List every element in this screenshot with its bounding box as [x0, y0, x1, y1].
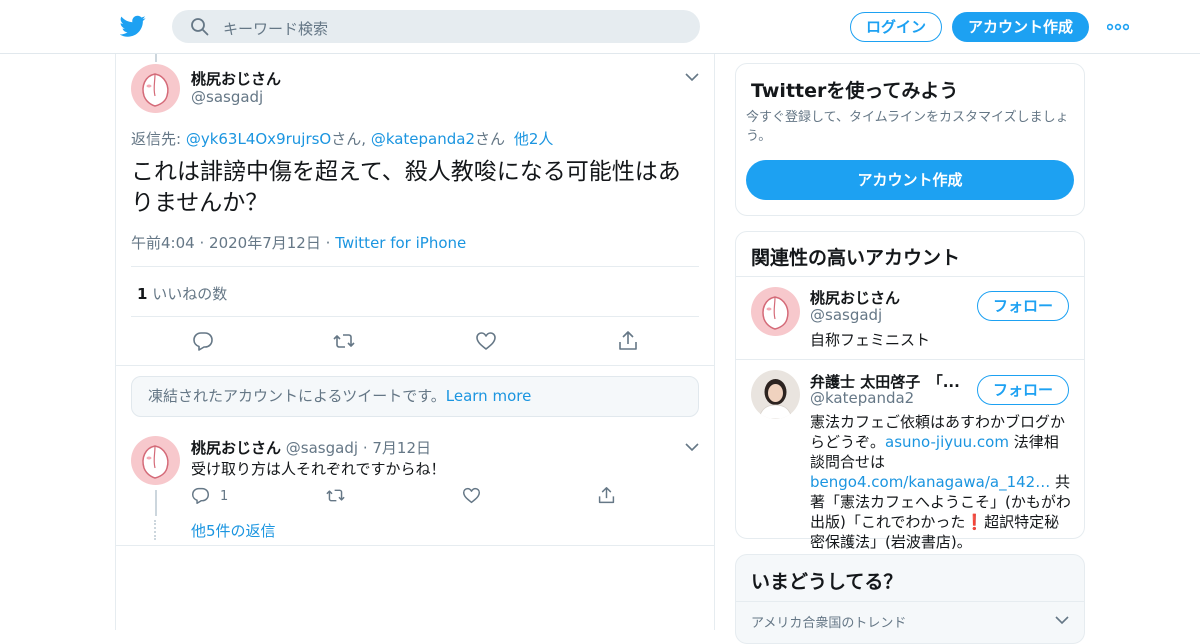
top-navigation-bar: キーワード検索 ログイン アカウント作成 [0, 0, 1200, 54]
tweet-author-handle[interactable]: @sasgadj [191, 88, 263, 106]
twitter-bird-icon[interactable] [120, 13, 146, 39]
separator-dot: · [199, 234, 205, 252]
honorific: さん [475, 130, 506, 148]
tweet-text: これは誹謗中傷を超えて、殺人教唆になる可能性はありませんか？ [131, 159, 681, 216]
tweet-time[interactable]: 午前4:04 [131, 234, 195, 252]
peach-avatar-icon [762, 296, 789, 330]
retweet-icon[interactable] [333, 330, 355, 352]
search-box[interactable]: キーワード検索 [172, 10, 700, 43]
trends-card: いまどうしてる？ アメリカ合衆国のトレンド [735, 554, 1085, 644]
reply-author-handle[interactable]: @sasgadj [286, 439, 358, 457]
thread-connector [155, 490, 157, 516]
reply-count: 1 [220, 489, 229, 504]
follow-button[interactable]: フォロー [977, 375, 1069, 405]
divider [736, 276, 1084, 277]
divider [116, 545, 714, 546]
peach-avatar-icon [142, 73, 169, 107]
signup-card: Twitterを使ってみよう 今すぐ登録して、タイムラインをカスタマイズしましょ… [735, 63, 1085, 216]
tweet-source-link[interactable]: Twitter for iPhone [335, 234, 466, 252]
reply-to-line: 返信先: @yk63L4Ox9rujrsOさん, @katepanda2さん 他… [131, 128, 553, 149]
separator-dot: · [325, 234, 331, 252]
signup-button[interactable]: アカウント作成 [952, 12, 1089, 42]
account-name[interactable]: 桃尻おじさん [810, 287, 900, 308]
thread-connector [155, 54, 157, 62]
peach-avatar-icon [142, 445, 169, 479]
signup-card-description: 今すぐ登録して、タイムラインをカスタマイズしましょう。 [746, 110, 1069, 144]
avatar[interactable] [751, 370, 800, 419]
separator-dot: · [362, 439, 368, 457]
suspended-account-notice: 凍結されたアカウントによるツイートです。Learn more [131, 376, 699, 417]
honorific: さん [331, 130, 362, 148]
reply-to-user-link[interactable]: @yk63L4Ox9rujrsO [186, 130, 331, 148]
bio-link[interactable]: bengo4.com/kanagawa/a_142… [810, 473, 1050, 491]
trends-title: いまどうしてる？ [751, 571, 903, 593]
reply-to-user-link[interactable]: @katepanda2 [371, 130, 475, 148]
avatar[interactable] [131, 436, 180, 485]
related-accounts-title: 関連性の高いアカウント [751, 247, 961, 269]
avatar[interactable] [751, 287, 800, 336]
reply-text: 受け取り方は人それぞれですからね！ [191, 460, 446, 478]
chevron-down-icon[interactable] [685, 72, 699, 82]
separator: , [361, 130, 371, 148]
share-icon[interactable] [597, 486, 616, 505]
account-handle[interactable]: @katepanda2 [810, 389, 914, 407]
signup-card-title: Twitterを使ってみよう [751, 80, 959, 102]
divider [131, 316, 699, 317]
reply-to-prefix: 返信先: [131, 130, 186, 148]
search-input[interactable]: キーワード検索 [223, 18, 328, 39]
reply-icon[interactable] [191, 486, 210, 505]
signup-card-button[interactable]: アカウント作成 [746, 160, 1074, 200]
more-dots-icon[interactable] [1107, 23, 1129, 31]
related-accounts-card: 関連性の高いアカウント 桃尻おじさん @sasgadj フォロー 自称フェミニス… [735, 231, 1085, 551]
trends-region[interactable]: アメリカ合衆国のトレンド [751, 612, 906, 631]
retweet-icon[interactable] [326, 486, 345, 505]
divider [736, 359, 1084, 360]
divider [736, 601, 1084, 602]
like-count: 1 [137, 285, 148, 303]
account-bio: 自称フェミニスト [810, 331, 931, 349]
person-photo-icon [758, 379, 793, 419]
share-icon[interactable] [617, 330, 639, 352]
exclamation-emoji-icon: ❗ [965, 513, 985, 531]
learn-more-link[interactable]: Learn more [446, 387, 532, 405]
search-icon [191, 18, 209, 36]
more-replies-link[interactable]: 他5件の返信 [191, 520, 276, 541]
divider [131, 266, 699, 267]
account-handle[interactable]: @sasgadj [810, 306, 882, 324]
bio-link[interactable]: asuno-jiyuu.com [885, 433, 1009, 451]
notice-text: 凍結されたアカウントによるツイートです。 [148, 387, 446, 405]
tweet-author-name[interactable]: 桃尻おじさん [191, 68, 281, 89]
reply-header: 桃尻おじさん @sasgadj · 7月12日 [191, 437, 431, 458]
like-icon[interactable] [475, 330, 497, 352]
reply-to-others-link[interactable]: 他2人 [514, 130, 554, 148]
chevron-down-icon[interactable] [1055, 615, 1069, 625]
chevron-down-icon[interactable] [685, 442, 699, 452]
avatar[interactable] [131, 64, 180, 113]
like-label: いいねの数 [152, 285, 228, 303]
reply-date[interactable]: 7月12日 [372, 439, 431, 457]
login-button[interactable]: ログイン [850, 12, 942, 42]
divider [116, 365, 714, 366]
likes-stat[interactable]: 1 いいねの数 [137, 283, 227, 304]
tweet-date[interactable]: 2020年7月12日 [209, 234, 321, 252]
account-bio: 憲法カフェご依頼はあすわかブログからどうぞ。asuno-jiyuu.com 法律… [810, 412, 1072, 552]
like-icon[interactable] [462, 486, 481, 505]
tweet-metadata: 午前4:04 · 2020年7月12日 · Twitter for iPhone [131, 232, 466, 253]
conversation-column: 桃尻おじさん @sasgadj 返信先: @yk63L4Ox9rujrsOさん,… [115, 54, 715, 630]
follow-button[interactable]: フォロー [977, 291, 1069, 321]
reply-author-name[interactable]: 桃尻おじさん [191, 439, 281, 457]
thread-dots [154, 520, 158, 540]
reply-icon[interactable] [192, 330, 214, 352]
